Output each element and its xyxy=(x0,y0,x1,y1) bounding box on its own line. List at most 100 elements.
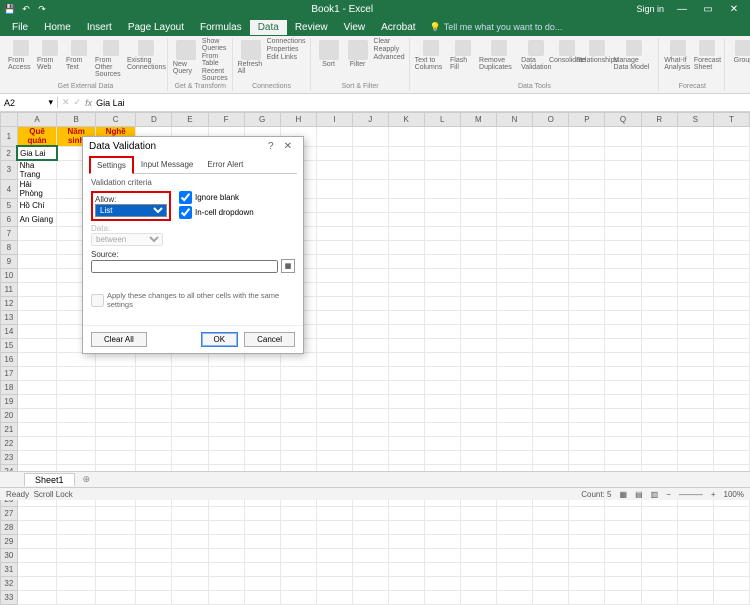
cell[interactable] xyxy=(460,146,496,160)
cell[interactable] xyxy=(460,353,496,367)
cell[interactable] xyxy=(605,241,641,255)
cell[interactable] xyxy=(496,367,532,381)
cell[interactable] xyxy=(496,241,532,255)
cell[interactable] xyxy=(136,507,172,521)
tab-home[interactable]: Home xyxy=(36,20,79,35)
cell[interactable] xyxy=(496,339,532,353)
cell[interactable] xyxy=(208,367,244,381)
cell[interactable] xyxy=(244,577,280,591)
forecast-button[interactable]: Forecast Sheet xyxy=(694,38,720,71)
cell[interactable] xyxy=(641,395,677,409)
cell[interactable] xyxy=(677,367,713,381)
cell[interactable] xyxy=(496,311,532,325)
cell[interactable] xyxy=(533,563,569,577)
cell[interactable] xyxy=(641,146,677,160)
cell[interactable] xyxy=(424,339,460,353)
cell[interactable] xyxy=(17,325,57,339)
cell[interactable] xyxy=(460,255,496,269)
cell[interactable] xyxy=(244,521,280,535)
cell[interactable] xyxy=(677,423,713,437)
cell[interactable] xyxy=(244,437,280,451)
cell[interactable] xyxy=(496,563,532,577)
cell[interactable] xyxy=(605,325,641,339)
cell[interactable] xyxy=(533,199,569,213)
cell[interactable] xyxy=(352,180,388,199)
cell[interactable] xyxy=(569,563,605,577)
cell[interactable] xyxy=(569,423,605,437)
cell[interactable] xyxy=(569,451,605,465)
cell[interactable] xyxy=(605,437,641,451)
cell[interactable] xyxy=(352,199,388,213)
dialog-tab-settings[interactable]: Settings xyxy=(89,156,134,174)
cell[interactable] xyxy=(496,409,532,423)
tab-page-layout[interactable]: Page Layout xyxy=(120,20,192,35)
cell[interactable] xyxy=(569,437,605,451)
cell[interactable] xyxy=(316,283,352,297)
cell[interactable] xyxy=(136,535,172,549)
cell[interactable] xyxy=(136,381,172,395)
cell[interactable] xyxy=(17,409,57,423)
range-picker-icon[interactable]: ▦ xyxy=(281,259,295,273)
cell[interactable] xyxy=(605,311,641,325)
group-button[interactable]: Group xyxy=(730,38,750,64)
cell[interactable] xyxy=(388,535,424,549)
cell[interactable] xyxy=(57,521,96,535)
cell[interactable] xyxy=(605,521,641,535)
cell[interactable] xyxy=(352,325,388,339)
cell[interactable] xyxy=(424,367,460,381)
cell[interactable] xyxy=(677,199,713,213)
cell[interactable] xyxy=(496,213,532,227)
cell[interactable] xyxy=(388,241,424,255)
cell[interactable] xyxy=(605,146,641,160)
cell[interactable] xyxy=(388,437,424,451)
cell[interactable] xyxy=(496,146,532,160)
cell[interactable] xyxy=(641,241,677,255)
cell[interactable] xyxy=(17,269,57,283)
cell[interactable] xyxy=(136,591,172,605)
cell[interactable] xyxy=(424,227,460,241)
cell[interactable] xyxy=(569,577,605,591)
cell[interactable] xyxy=(569,535,605,549)
cell[interactable] xyxy=(316,255,352,269)
cell[interactable] xyxy=(677,521,713,535)
cell[interactable] xyxy=(280,367,316,381)
cell[interactable] xyxy=(316,160,352,180)
zoom-out-icon[interactable]: − xyxy=(666,490,671,499)
cell[interactable] xyxy=(172,591,208,605)
cell[interactable] xyxy=(569,127,605,147)
cell[interactable] xyxy=(496,283,532,297)
cell[interactable] xyxy=(352,353,388,367)
cell[interactable] xyxy=(244,507,280,521)
cell[interactable] xyxy=(569,381,605,395)
cell[interactable] xyxy=(316,437,352,451)
cell[interactable] xyxy=(713,255,749,269)
cell[interactable] xyxy=(388,160,424,180)
cell[interactable] xyxy=(605,535,641,549)
cell[interactable] xyxy=(280,563,316,577)
cell[interactable] xyxy=(677,381,713,395)
cell[interactable] xyxy=(316,199,352,213)
cell[interactable] xyxy=(605,199,641,213)
filter-button[interactable]: Filter xyxy=(345,38,371,68)
cell[interactable] xyxy=(569,213,605,227)
cell[interactable] xyxy=(388,409,424,423)
cell[interactable] xyxy=(208,353,244,367)
cell[interactable] xyxy=(533,213,569,227)
cell[interactable] xyxy=(569,339,605,353)
view-normal-icon[interactable]: ▦ xyxy=(620,490,628,499)
cell[interactable] xyxy=(388,213,424,227)
cell[interactable] xyxy=(460,591,496,605)
incell-dropdown-checkbox[interactable] xyxy=(179,206,192,219)
cell[interactable] xyxy=(17,451,57,465)
cell[interactable] xyxy=(605,395,641,409)
cell[interactable] xyxy=(316,563,352,577)
cell[interactable] xyxy=(605,409,641,423)
cell[interactable] xyxy=(496,395,532,409)
tab-acrobat[interactable]: Acrobat xyxy=(373,20,423,35)
cancel-button[interactable]: Cancel xyxy=(244,332,295,347)
cell[interactable] xyxy=(388,577,424,591)
cell[interactable] xyxy=(460,563,496,577)
cell[interactable] xyxy=(533,507,569,521)
name-box[interactable]: A2▾ xyxy=(0,97,58,108)
cell[interactable] xyxy=(424,563,460,577)
